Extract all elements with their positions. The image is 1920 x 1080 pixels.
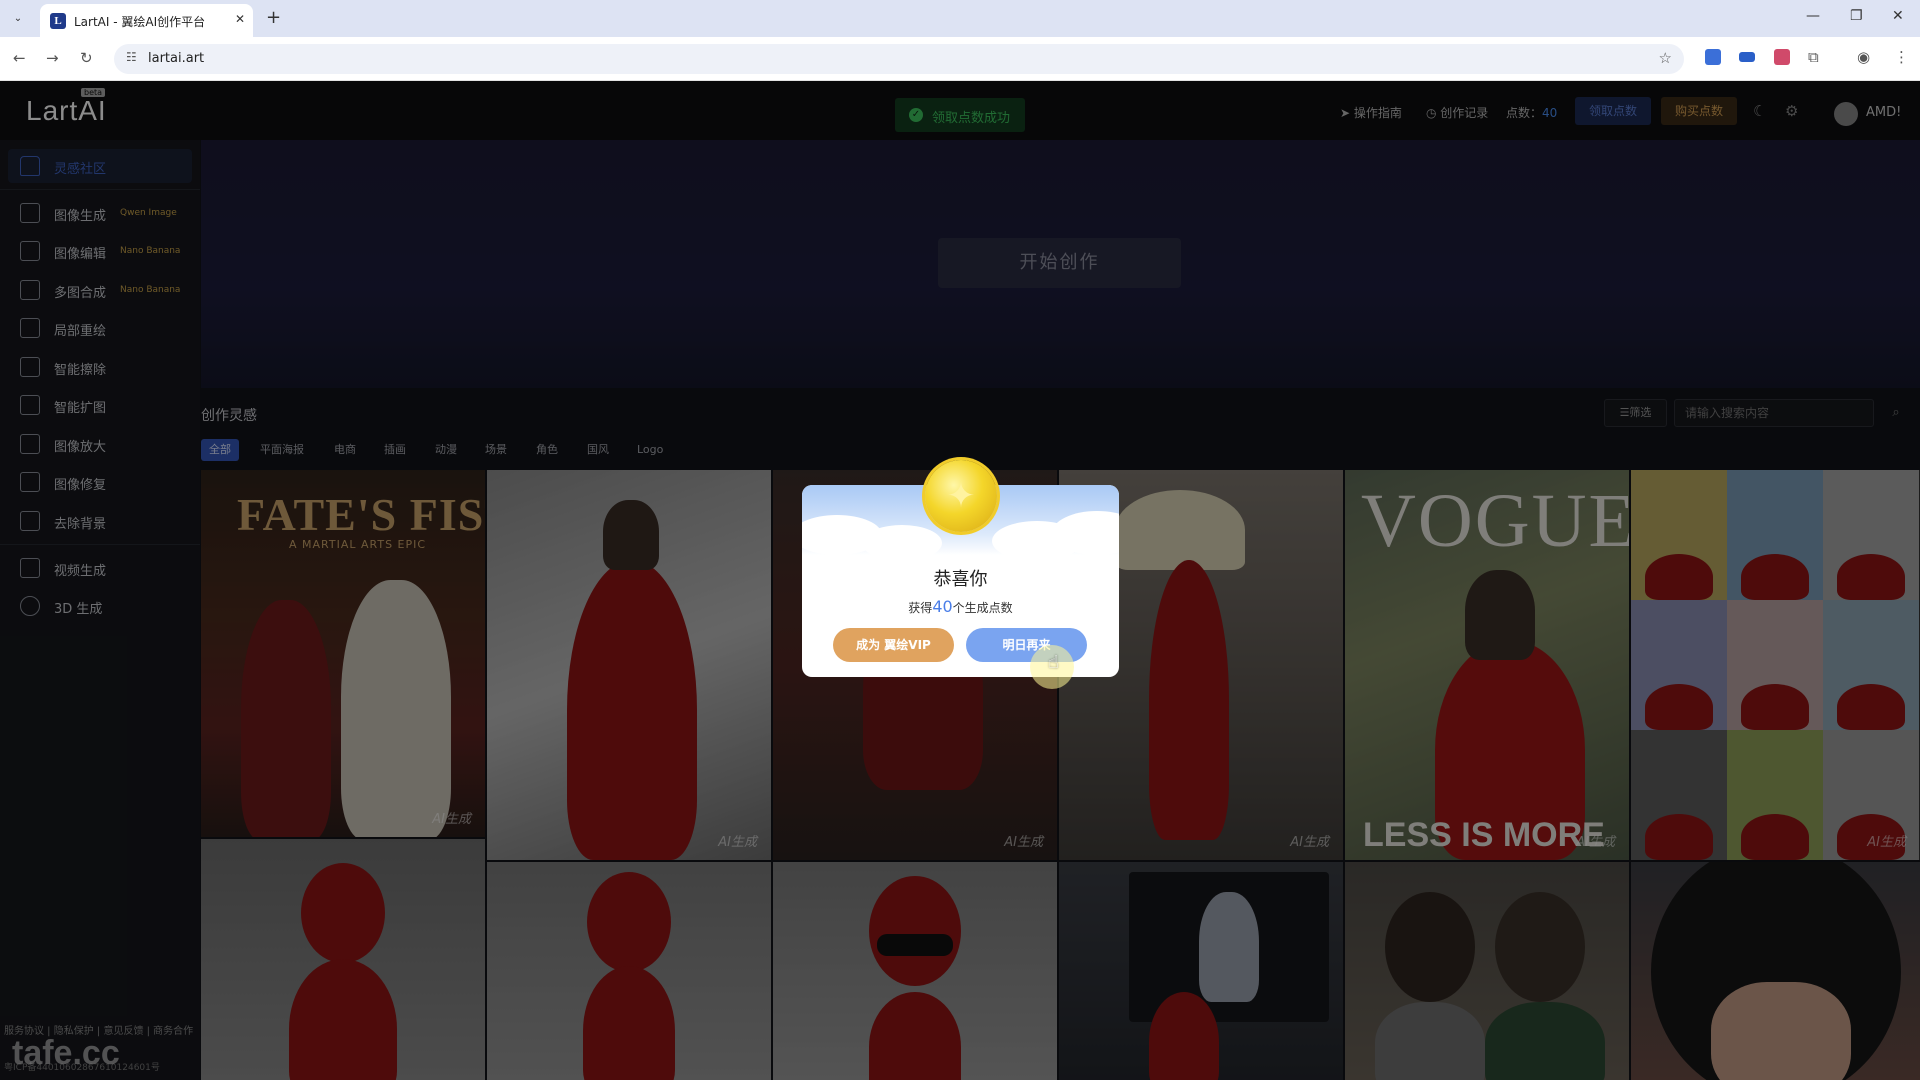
cloud-shape [862,525,942,561]
restore-icon[interactable]: ❐ [1850,8,1863,24]
extension-window-icon[interactable] [1739,52,1755,62]
address-bar: ← → ↻ ☷ lartai.art ☆ ⧉ ◉ ⋮ [0,37,1920,81]
desc-suffix: 个生成点数 [952,601,1013,615]
site-info-icon[interactable]: ☷ [126,50,137,64]
tab-search-icon[interactable]: ⌄ [8,9,28,29]
profile-icon[interactable]: ◉ [1857,48,1870,66]
favicon-icon: L [50,13,66,29]
desc-value: 40 [932,597,953,616]
browser-tab-bar: ⌄ L LartAI - 翼绘AI创作平台 ✕ + — ❐ ✕ [0,0,1920,37]
modal-description: 获得40个生成点数 [802,597,1119,616]
tab-close-icon[interactable]: ✕ [235,12,245,26]
extensions-icon[interactable]: ⧉ [1808,48,1819,66]
bookmark-star-icon[interactable]: ☆ [1659,49,1672,67]
tab-title: LartAI - 翼绘AI创作平台 [74,15,206,29]
url-text: lartai.art [148,51,205,66]
forward-icon[interactable]: → [46,49,59,67]
back-icon[interactable]: ← [13,49,26,67]
hand-cursor-icon: ☝ [1048,652,1059,673]
desc-prefix: 获得 [908,601,933,615]
coin-icon: ✦ [925,460,997,532]
browser-tab[interactable]: L LartAI - 翼绘AI创作平台 ✕ [40,4,253,37]
url-field[interactable]: ☷ lartai.art ☆ [114,44,1684,74]
extension-puzzle-red-icon[interactable] [1774,49,1790,65]
modal-title: 恭喜你 [933,569,988,590]
minimize-icon[interactable]: — [1806,8,1820,24]
reload-icon[interactable]: ↻ [80,49,93,67]
window-close-icon[interactable]: ✕ [1892,8,1904,24]
new-tab-icon[interactable]: + [266,7,281,28]
browser-menu-icon[interactable]: ⋮ [1894,48,1909,66]
extension-translate-icon[interactable] [1705,49,1721,65]
become-vip-button[interactable]: 成为 翼绘VIP [833,628,954,662]
